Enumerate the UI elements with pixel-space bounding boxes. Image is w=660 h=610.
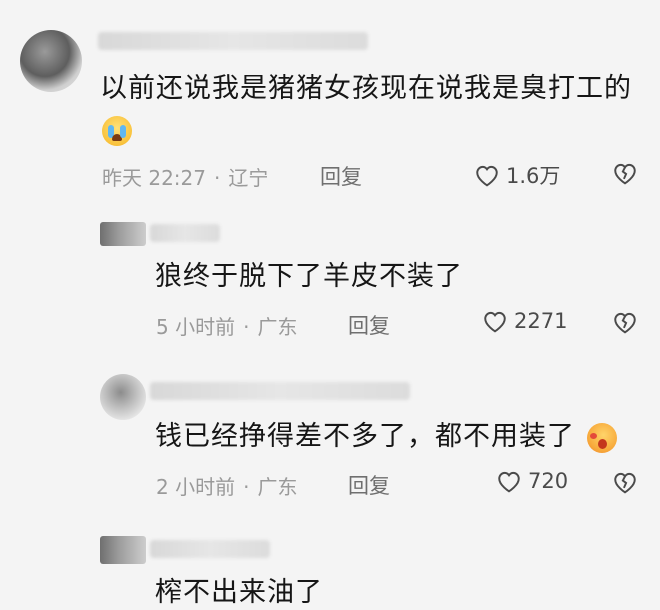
avatar[interactable] — [100, 536, 146, 564]
reply-button[interactable]: 回复 — [348, 310, 390, 340]
comment-meta: 昨天 22:27 · 辽宁 — [102, 166, 269, 190]
like-button[interactable]: 1.6万 — [474, 160, 560, 190]
heart-outline-icon — [484, 311, 506, 333]
comment-location: 广东 — [257, 475, 298, 499]
comment-time: 5 小时前 — [156, 315, 236, 339]
like-button[interactable]: 2271 — [482, 309, 567, 333]
comment-meta: 2 小时前 · 广东 — [156, 475, 298, 499]
reply-button[interactable]: 回复 — [348, 470, 390, 500]
broken-heart-icon — [614, 472, 636, 494]
like-count: 1.6万 — [506, 164, 561, 188]
dislike-button[interactable] — [612, 470, 638, 494]
username[interactable] — [150, 224, 220, 242]
comment-item: 狼终于脱下了羊皮不装了 5 小时前 · 广东 回复 2271 — [0, 200, 660, 360]
like-count: 2271 — [514, 309, 568, 333]
broken-heart-icon — [614, 163, 636, 185]
comment-item: 榨不出来油了 — [0, 520, 660, 608]
username[interactable] — [150, 382, 410, 400]
comment-item: 以前还说我是猪猪女孩现在说我是臭打工的 昨天 22:27 · 辽宁 回复 1.6万 — [0, 0, 660, 200]
comment-text: 狼终于脱下了羊皮不装了 — [155, 261, 463, 292]
reply-button[interactable]: 回复 — [320, 161, 362, 191]
heart-outline-icon — [476, 165, 498, 187]
shocked-emoji-icon — [586, 422, 617, 453]
comment-location: 辽宁 — [228, 166, 269, 190]
username[interactable] — [98, 32, 368, 50]
username[interactable] — [150, 540, 270, 558]
comment-text: 钱已经挣得差不多了，都不用装了 — [155, 420, 617, 454]
comment-item: 钱已经挣得差不多了，都不用装了 2 小时前 · 广东 回复 720 — [0, 360, 660, 520]
like-count: 720 — [528, 469, 569, 493]
avatar[interactable] — [100, 374, 146, 420]
comment-time: 2 小时前 — [156, 475, 236, 499]
comment-meta: 5 小时前 · 广东 — [156, 315, 298, 339]
avatar[interactable] — [20, 30, 82, 92]
comment-text: 榨不出来油了 — [155, 577, 323, 608]
avatar[interactable] — [100, 222, 146, 246]
dislike-button[interactable] — [612, 161, 638, 185]
comment-time: 昨天 22:27 — [102, 166, 206, 190]
comment-text: 以前还说我是猪猪女孩现在说我是臭打工的 — [100, 73, 632, 104]
crying-emoji-icon — [102, 116, 132, 146]
dislike-button[interactable] — [612, 310, 638, 334]
broken-heart-icon — [614, 312, 636, 334]
heart-outline-icon — [498, 471, 520, 493]
like-button[interactable]: 720 — [496, 469, 568, 493]
comment-location: 广东 — [257, 315, 298, 339]
